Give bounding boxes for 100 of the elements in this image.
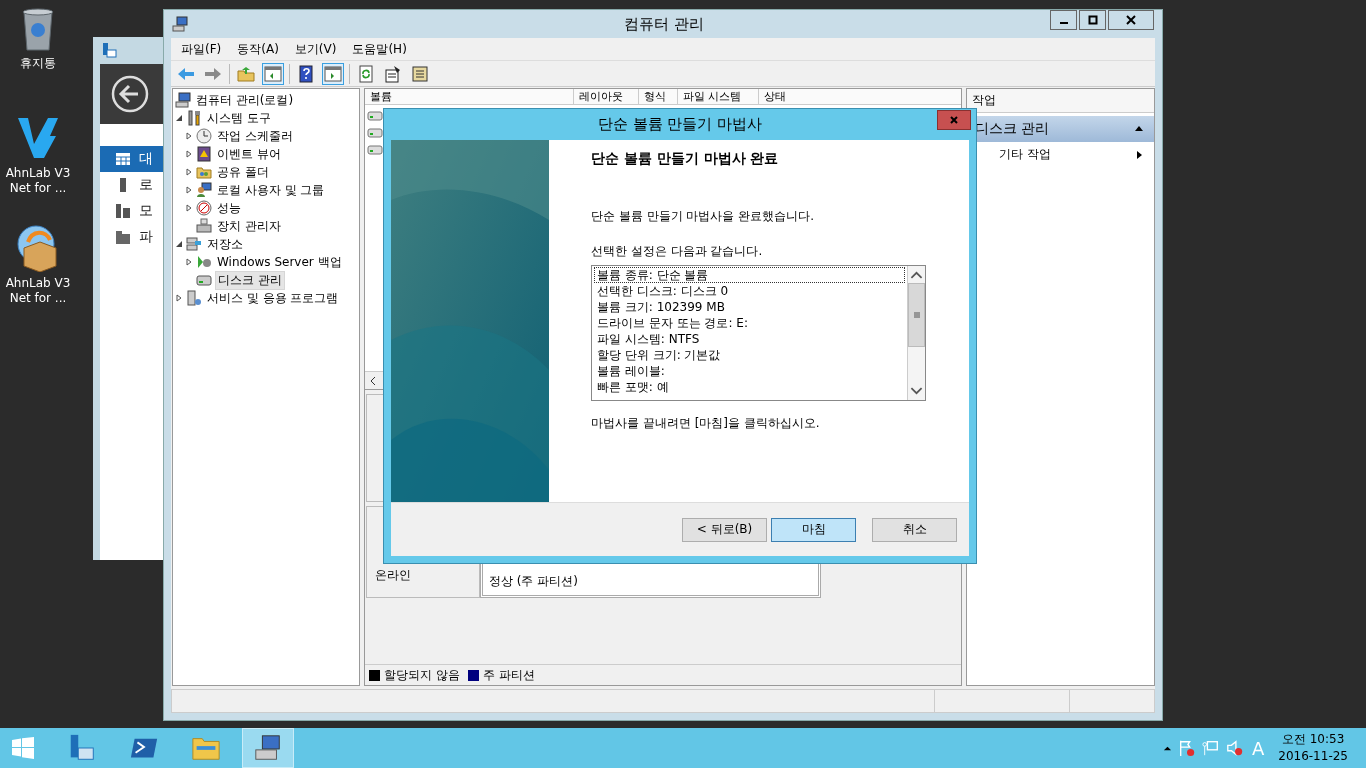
storage-icon bbox=[186, 236, 202, 252]
maximize-icon bbox=[1087, 15, 1098, 25]
log-icon bbox=[196, 146, 212, 162]
tree-item[interactable]: 작업 스케줄러 bbox=[215, 127, 295, 145]
expanded-icon[interactable] bbox=[175, 240, 183, 248]
column-header[interactable]: 형식 bbox=[639, 89, 678, 104]
folder-icon bbox=[196, 164, 212, 180]
tools-icon bbox=[186, 110, 202, 126]
tree-item[interactable]: 저장소 bbox=[205, 235, 245, 253]
gauge-icon bbox=[196, 200, 212, 216]
maximize-button[interactable] bbox=[1079, 10, 1106, 30]
nav-item[interactable]: 모 bbox=[100, 198, 163, 224]
nav-item[interactable]: 로 bbox=[100, 172, 163, 198]
close-button[interactable] bbox=[1108, 10, 1154, 30]
speaker-muted-icon[interactable] bbox=[1225, 739, 1244, 757]
collapsed-icon[interactable] bbox=[185, 168, 193, 176]
taskbar-app[interactable] bbox=[242, 728, 294, 768]
grid-icon bbox=[115, 151, 131, 167]
menu-item[interactable]: 도움말(H) bbox=[352, 41, 407, 57]
flag-error-icon[interactable] bbox=[1177, 739, 1196, 757]
drive-icon bbox=[367, 111, 383, 121]
collapsed-icon[interactable] bbox=[185, 132, 193, 140]
disk-status: 온라인 bbox=[375, 568, 411, 582]
column-header[interactable]: 상태 bbox=[759, 89, 961, 104]
close-icon bbox=[1126, 15, 1136, 25]
tree-item[interactable]: 디스크 관리 bbox=[215, 270, 285, 290]
device-icon bbox=[196, 218, 212, 234]
legend-label: 주 파티션 bbox=[482, 666, 535, 684]
tree-item[interactable]: 시스템 도구 bbox=[205, 109, 273, 127]
settings-label: 선택한 설정은 다음과 같습니다. bbox=[591, 243, 764, 260]
menu-item[interactable]: 파일(F) bbox=[181, 41, 222, 57]
collapsed-icon[interactable] bbox=[185, 150, 193, 158]
drive-icon bbox=[367, 145, 383, 155]
scroll-left-icon[interactable] bbox=[368, 375, 378, 386]
settings-line: 파일 시스템: NTFS bbox=[596, 331, 701, 347]
tree-item[interactable]: 서비스 및 응용 프로그램 bbox=[205, 289, 341, 307]
nav-item[interactable]: 대 bbox=[100, 146, 163, 172]
tree-item[interactable]: 이벤트 뷰어 bbox=[215, 145, 283, 163]
minimize-icon bbox=[1059, 22, 1068, 24]
dialog-title: 단순 볼륨 만들기 마법사 bbox=[597, 115, 763, 134]
column-header[interactable]: 파일 시스템 bbox=[678, 89, 759, 104]
collapsed-icon[interactable] bbox=[185, 204, 193, 212]
desktop-icon-label[interactable]: AhnLab V3 Net for ... bbox=[2, 276, 74, 306]
completion-message: 단순 볼륨 만들기 마법사을 완료했습니다. bbox=[591, 208, 816, 225]
expanded-icon[interactable] bbox=[175, 114, 183, 122]
column-header[interactable]: 레이아웃 bbox=[574, 89, 639, 104]
legend-label: 할당되지 않음 bbox=[384, 666, 460, 684]
nav-item[interactable]: 파 bbox=[100, 224, 163, 250]
dialog-button[interactable]: 취소 bbox=[872, 517, 957, 542]
tree-item[interactable]: 컴퓨터 관리(로컬) bbox=[194, 91, 296, 109]
desktop-icon-label[interactable]: 휴지통 bbox=[2, 56, 74, 71]
settings-list[interactable]: 볼륨 종류: 단순 볼륨 선택한 디스크: 디스크 0 볼륨 크기: 102399 MB 드라이브 문자 또는 경로: E: 파일 시스템: NTFS 할당 단위 크기: 기본값 볼륨 레이블: 빠른 포맷: 예 bbox=[591, 265, 926, 401]
toolbar-button[interactable] bbox=[262, 62, 284, 85]
collapsed-icon[interactable] bbox=[185, 186, 193, 194]
action-item[interactable]: 기타 작업 bbox=[999, 146, 1051, 163]
toolbar-button[interactable] bbox=[322, 62, 344, 85]
actions-header: 작업 bbox=[967, 89, 1154, 113]
clock[interactable]: 오전 10:53 2016-11-25 bbox=[1278, 731, 1348, 765]
computer-icon bbox=[172, 16, 188, 32]
users-icon bbox=[196, 182, 212, 198]
back-button-icon[interactable] bbox=[110, 74, 150, 114]
caret-icon bbox=[1134, 124, 1144, 134]
folder-up-icon bbox=[237, 64, 255, 83]
menu-item[interactable]: 보기(V) bbox=[294, 41, 337, 57]
menu-item[interactable]: 동작(A) bbox=[237, 41, 279, 57]
refresh-icon bbox=[357, 64, 375, 83]
windows-logo-icon bbox=[11, 736, 35, 760]
column-header[interactable]: 볼륨 bbox=[365, 89, 574, 104]
vertical-scrollbar[interactable] bbox=[907, 266, 925, 400]
collapsed-icon[interactable] bbox=[185, 258, 193, 266]
instruction-text: 마법사를 끝내려면 [마침]을 클릭하십시오. bbox=[591, 415, 821, 432]
dialog-button[interactable]: < 뒤로(B) bbox=[682, 517, 767, 542]
window-title: 컴퓨터 관리 bbox=[624, 14, 704, 34]
tree-item[interactable]: 로컬 사용자 및 그룹 bbox=[215, 181, 327, 199]
tree-item[interactable]: Windows Server 백업 bbox=[215, 253, 344, 271]
backup-icon bbox=[196, 254, 212, 270]
servers-icon bbox=[115, 203, 131, 219]
settings-line: 빠른 포맷: 예 bbox=[596, 379, 670, 395]
settings-line: 드라이브 문자 또는 경로: E: bbox=[596, 315, 749, 331]
collapsed-icon[interactable] bbox=[175, 294, 183, 302]
dialog-button[interactable]: 마침 bbox=[771, 517, 856, 542]
settings-line: 선택한 디스크: 디스크 0 bbox=[596, 283, 730, 299]
tree-item[interactable]: 성능 bbox=[215, 199, 243, 217]
minimize-button[interactable] bbox=[1050, 10, 1077, 30]
tree-item[interactable]: 장치 관리자 bbox=[215, 217, 283, 235]
server-manager-icon bbox=[101, 42, 117, 58]
computer-icon bbox=[175, 92, 191, 108]
tree-item[interactable]: 공유 폴더 bbox=[215, 163, 271, 181]
desktop-icon-label[interactable]: AhnLab V3 Net for ... bbox=[2, 166, 74, 196]
clock-icon bbox=[196, 128, 212, 144]
drive-icon bbox=[367, 128, 383, 138]
services-icon bbox=[186, 290, 202, 306]
settings-line: 할당 단위 크기: 기본값 bbox=[596, 347, 722, 363]
export-list-icon bbox=[411, 64, 429, 83]
action-pane-icon bbox=[324, 64, 342, 83]
grip-icon bbox=[912, 311, 921, 319]
help-icon bbox=[297, 64, 315, 83]
computer-management-icon bbox=[253, 733, 283, 763]
close-icon bbox=[949, 115, 959, 125]
scroll-thumb[interactable] bbox=[908, 283, 925, 347]
